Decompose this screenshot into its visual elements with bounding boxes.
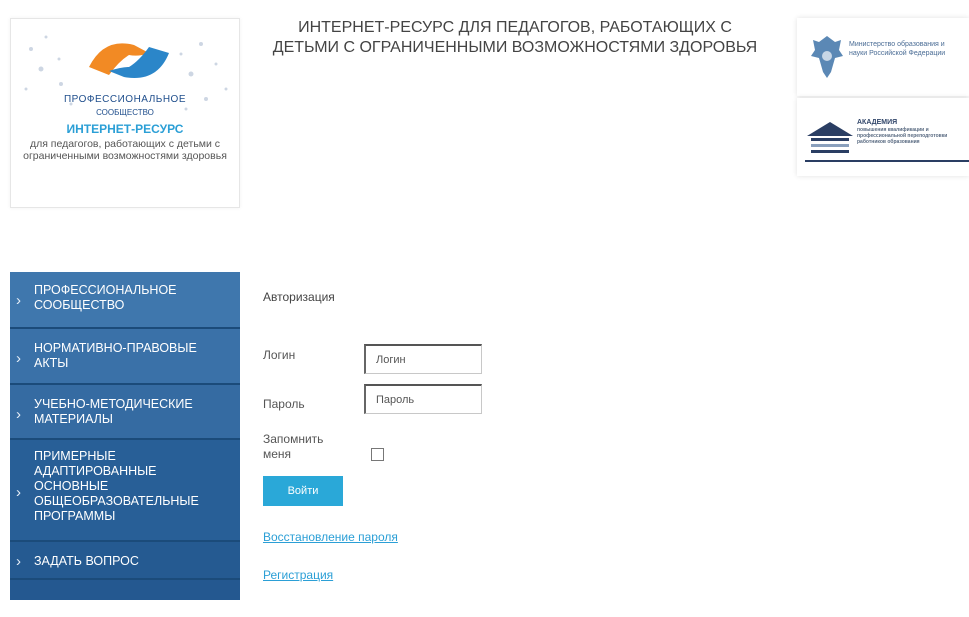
password-input[interactable] [364,384,482,414]
chevron-right-icon: › [16,553,21,570]
chevron-right-icon: › [16,350,21,367]
partner-academy-name: АКАДЕМИЯ [857,119,898,126]
sidebar-item-ask-question[interactable]: › ЗАДАТЬ ВОПРОС [10,542,240,580]
restore-password-link[interactable]: Восстановление пароля [263,530,398,544]
partner-academy-underline [805,160,969,162]
remember-me-checkbox[interactable] [371,448,384,461]
sidebar-item-label: ПРОФЕССИОНАЛЬНОЕ СООБЩЕСТВО [34,283,177,312]
sidebar-item-professional-community[interactable]: › ПРОФЕССИОНАЛЬНОЕ СООБЩЕСТВО [10,272,240,329]
chevron-right-icon: › [16,292,21,309]
login-button[interactable]: Войти [263,476,343,506]
auth-title: Авторизация [263,290,335,304]
page-title: ИНТЕРНЕТ-РЕСУРС ДЛЯ ПЕДАГОГОВ, РАБОТАЮЩИ… [272,19,758,56]
site-logo[interactable]: ПРОФЕССИОНАЛЬНОЕ СООБЩЕСТВО ИНТЕРНЕТ-РЕС… [10,18,240,208]
sidebar-item-programs[interactable]: › ПРИМЕРНЫЕ АДАПТИРОВАННЫЕ ОСНОВНЫЕ ОБЩЕ… [10,440,240,542]
chevron-right-icon: › [16,484,21,501]
partner-ministry-name: Министерство образования и науки Российс… [849,41,946,57]
partner-ministry-logo[interactable]: Министерство образования и науки Российс… [797,18,969,96]
emblem-icon [811,36,843,78]
login-input[interactable] [364,344,482,374]
hands-icon [89,43,169,78]
sidebar-nav: › ПРОФЕССИОНАЛЬНОЕ СООБЩЕСТВО › НОРМАТИВ… [10,272,240,600]
login-label: Логин [263,348,296,362]
sidebar-item-more[interactable] [10,580,240,600]
sidebar-item-teaching-materials[interactable]: › УЧЕБНО-МЕТОДИЧЕСКИЕ МАТЕРИАЛЫ [10,385,240,440]
sidebar-item-label: ЗАДАТЬ ВОПРОС [34,554,139,568]
logo-resource-title: ИНТЕРНЕТ-РЕСУРС [66,122,184,136]
building-icon [807,122,853,153]
remember-me-label: Запомнить меня [263,432,324,461]
sidebar-item-label: УЧЕБНО-МЕТОДИЧЕСКИЕ МАТЕРИАЛЫ [34,397,193,426]
logo-description: для педагогов, работающих с детьми с огр… [23,138,227,162]
sidebar-item-legal-acts[interactable]: › НОРМАТИВНО-ПРАВОВЫЕ АКТЫ [10,329,240,385]
logo-org-line2: СООБЩЕСТВО [96,108,154,117]
register-link[interactable]: Регистрация [263,568,333,582]
sidebar-item-label: ПРИМЕРНЫЕ АДАПТИРОВАННЫЕ ОСНОВНЫЕ ОБЩЕОБ… [34,449,199,523]
partner-academy-subtitle: повышения квалификации и профессионально… [857,127,948,145]
chevron-right-icon: › [16,406,21,423]
logo-org-line1: ПРОФЕССИОНАЛЬНОЕ [63,94,186,105]
partner-academy-logo[interactable]: АКАДЕМИЯ повышения квалификации и профес… [797,98,969,176]
sidebar-item-label: НОРМАТИВНО-ПРАВОВЫЕ АКТЫ [34,341,197,370]
password-label: Пароль [263,397,305,411]
